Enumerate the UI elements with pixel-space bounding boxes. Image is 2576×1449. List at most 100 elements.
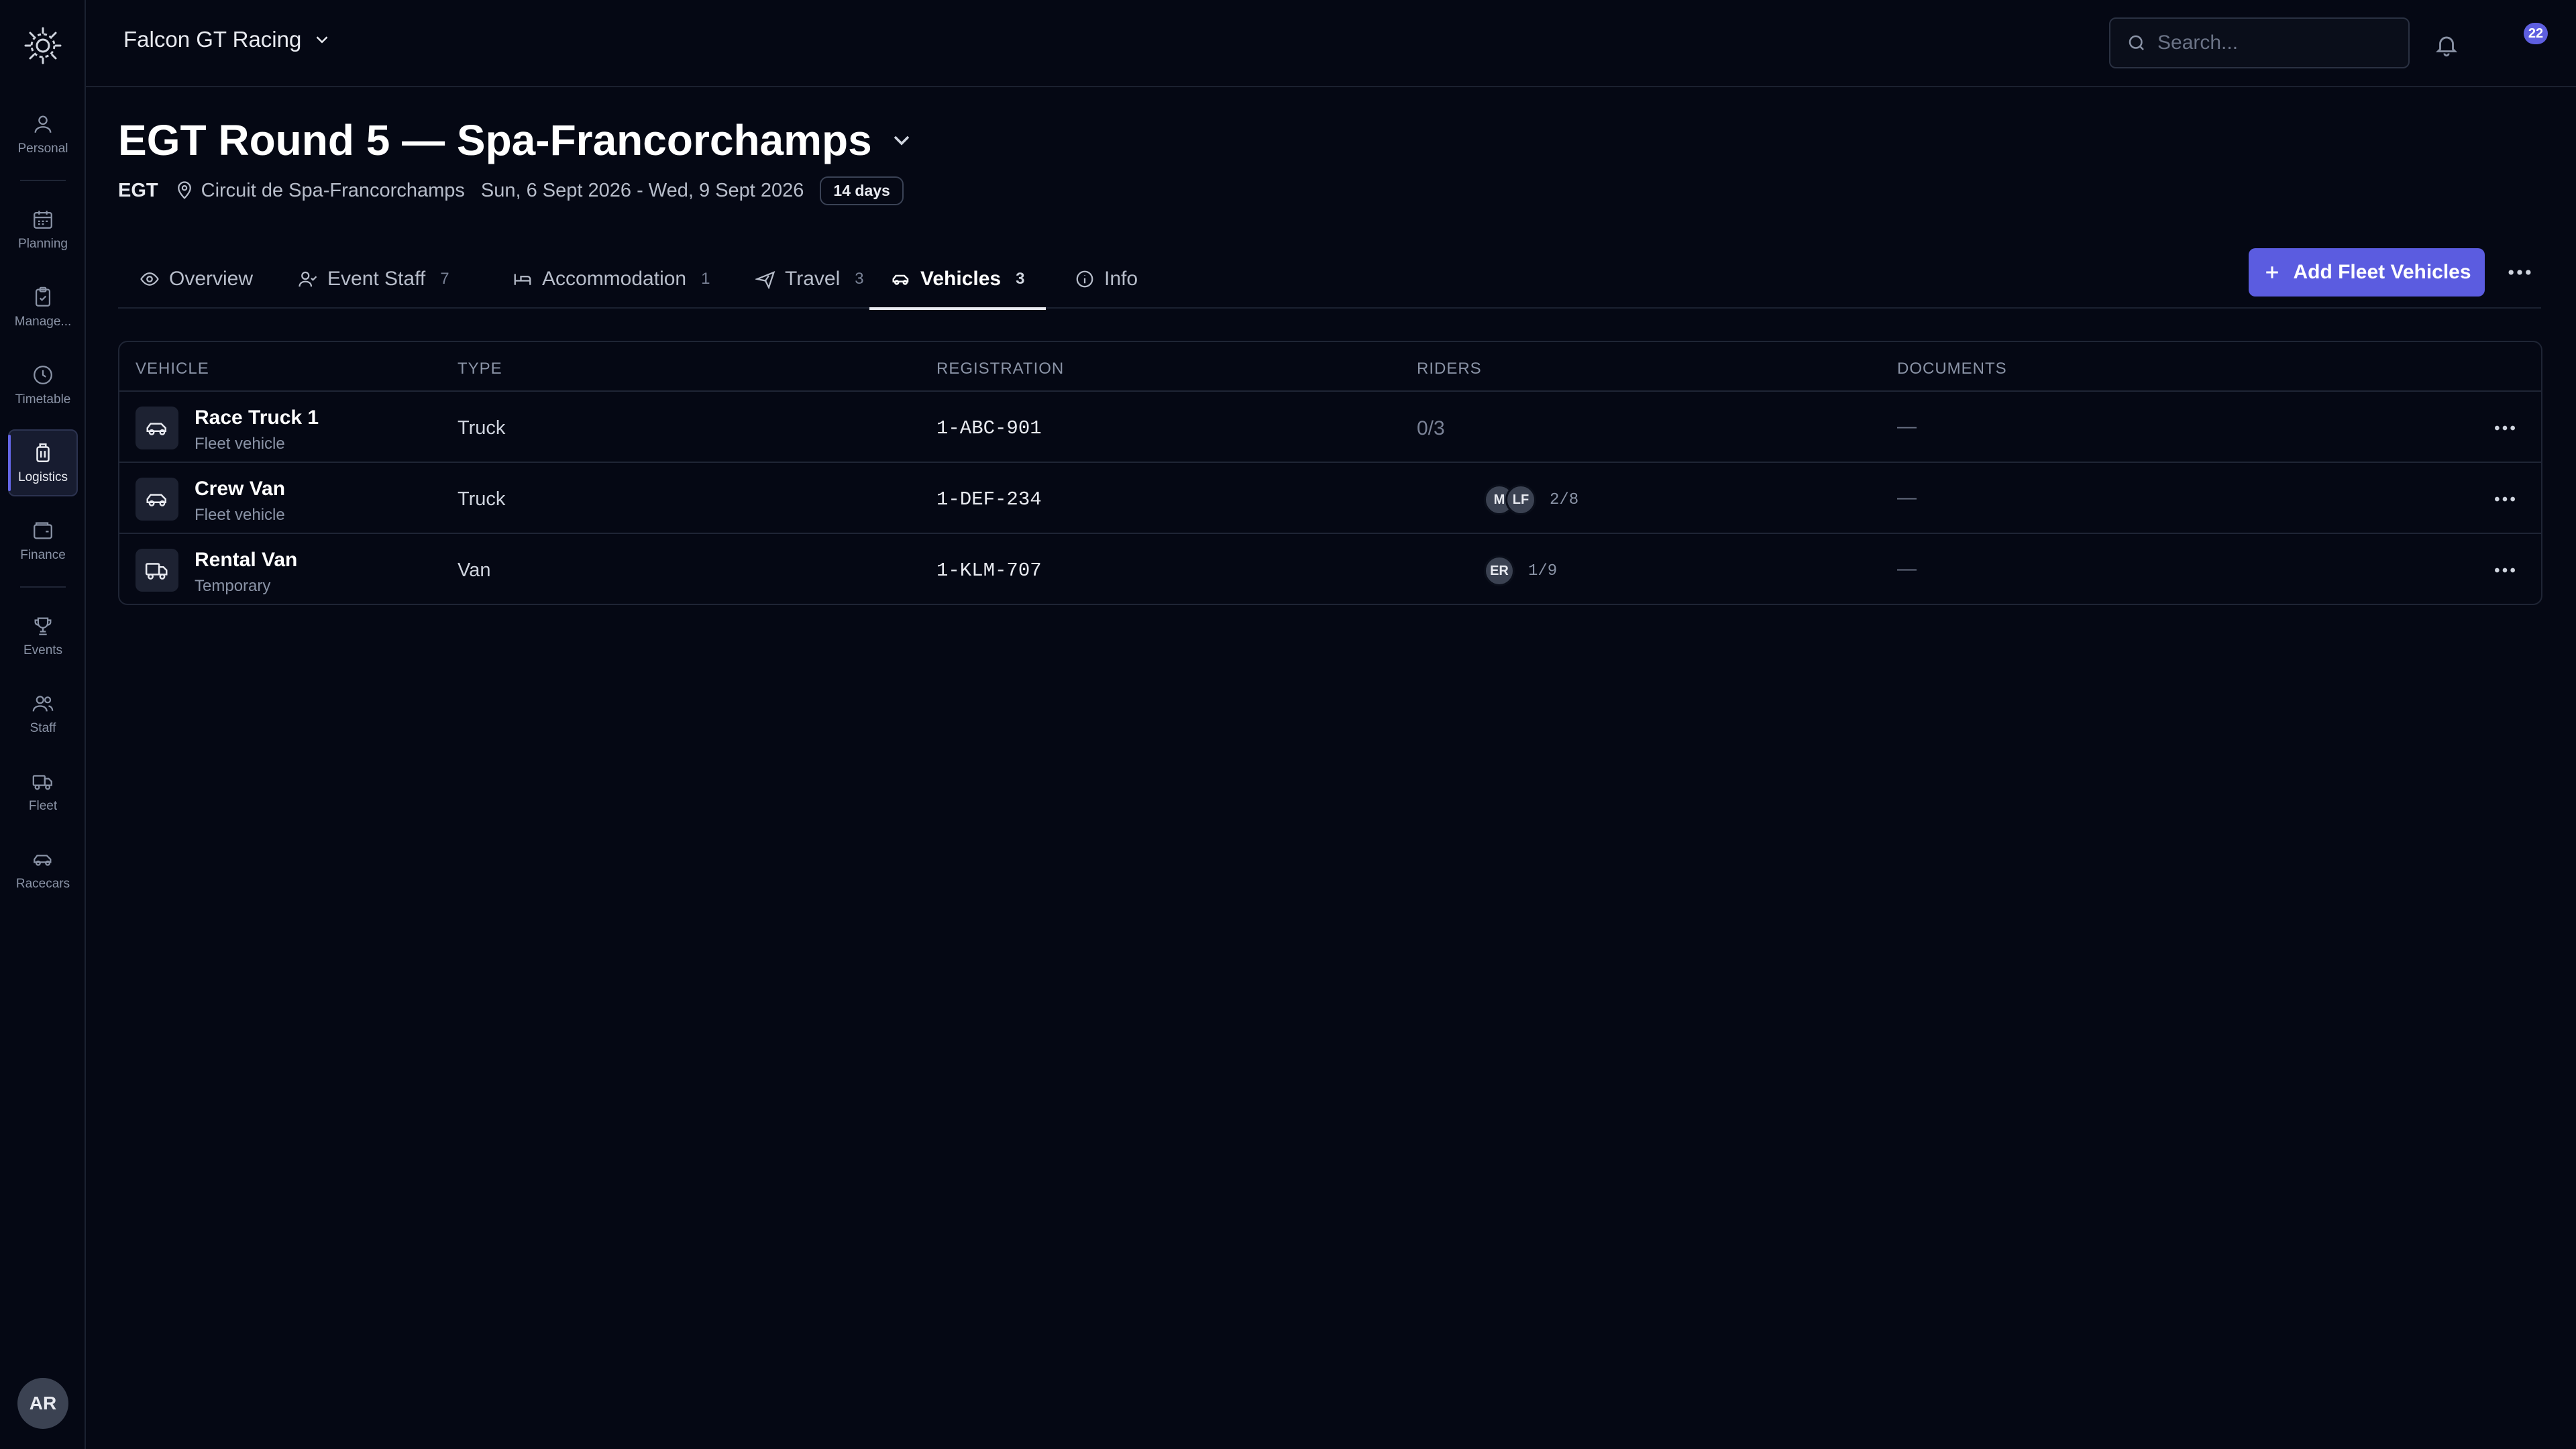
- sidebar-item-fleet[interactable]: Fleet: [8, 758, 78, 825]
- eye-icon: [140, 272, 159, 286]
- sidebar-item-manage[interactable]: Manage...: [8, 274, 78, 341]
- user-avatar[interactable]: AR: [17, 1378, 68, 1429]
- sidebar-item-label: Planning: [18, 236, 68, 251]
- vehicle-name[interactable]: Race Truck 1: [195, 407, 319, 429]
- tab-count: 3: [1016, 270, 1025, 288]
- tab-label: Event Staff: [327, 268, 426, 290]
- search-box[interactable]: [2109, 17, 2410, 68]
- tab-label: Info: [1104, 268, 1138, 290]
- clock-icon: [34, 365, 52, 384]
- riders-group[interactable]: M LF 2/8: [1484, 484, 1578, 515]
- sidebar-item-personal[interactable]: Personal: [8, 101, 78, 168]
- tab-event-staff[interactable]: Event Staff 7: [276, 250, 471, 309]
- sidebar-item-label: Racecars: [15, 876, 70, 891]
- user-icon: [34, 115, 52, 133]
- notifications-button[interactable]: [2434, 28, 2465, 59]
- documents-empty: —: [1897, 487, 1917, 508]
- sidebar: Personal Planning Manage... Timetable Lo…: [0, 0, 86, 1449]
- sidebar-item-finance[interactable]: Finance: [8, 507, 78, 574]
- tab-label: Accommodation: [542, 268, 687, 290]
- users-icon: [32, 695, 54, 711]
- column-header-riders[interactable]: RIDERS: [1417, 360, 1482, 378]
- wallet-icon: [34, 522, 52, 539]
- vehicle-registration: 1-KLM-707: [936, 559, 1042, 582]
- table-row[interactable]: Race Truck 1 Fleet vehicle Truck 1-ABC-9…: [119, 392, 2541, 463]
- rider-avatar[interactable]: ER: [1484, 555, 1515, 586]
- calendar-icon: [34, 210, 52, 229]
- user-check-icon: [299, 271, 317, 287]
- sidebar-item-label: Finance: [20, 547, 66, 562]
- org-name: Falcon GT Racing: [123, 27, 302, 52]
- more-options-icon[interactable]: [2505, 258, 2534, 287]
- vehicle-registration: 1-ABC-901: [936, 417, 1042, 439]
- tab-info[interactable]: Info: [1053, 250, 1159, 309]
- event-location: Circuit de Spa-Francorchamps: [174, 180, 465, 202]
- sidebar-divider: [20, 180, 66, 181]
- documents-empty: —: [1897, 416, 1917, 437]
- sidebar-item-planning[interactable]: Planning: [8, 196, 78, 263]
- app-logo-icon[interactable]: [23, 25, 63, 66]
- event-tabs: Overview Event Staff 7 Accommodation 1 T…: [118, 250, 2541, 310]
- search-input[interactable]: [2157, 32, 2399, 54]
- table-row[interactable]: Rental Van Temporary Van 1-KLM-707 ER 1/…: [119, 534, 2541, 604]
- row-more-options-icon[interactable]: [2491, 557, 2518, 584]
- vehicle-subtype: Temporary: [195, 577, 271, 595]
- search-icon: [2129, 35, 2144, 50]
- tab-count: 1: [701, 270, 710, 288]
- sidebar-item-timetable[interactable]: Timetable: [8, 352, 78, 419]
- vehicle-type: Van: [458, 559, 491, 581]
- column-header-type[interactable]: TYPE: [458, 360, 502, 378]
- event-title-switcher[interactable]: EGT Round 5 — Spa-Francorchamps: [118, 115, 915, 165]
- event-series: EGT: [118, 179, 158, 201]
- rider-avatar[interactable]: LF: [1505, 484, 1536, 515]
- duration-badge: 14 days: [820, 176, 904, 205]
- table-row[interactable]: Crew Van Fleet vehicle Truck 1-DEF-234 M…: [119, 463, 2541, 534]
- luggage-icon: [36, 443, 50, 462]
- sidebar-item-label: Events: [23, 643, 63, 657]
- clipboard-icon: [35, 286, 51, 307]
- app-root: Personal Planning Manage... Timetable Lo…: [0, 0, 2576, 1449]
- sidebar-item-label: Manage...: [14, 314, 72, 329]
- sidebar-item-label: Staff: [30, 720, 56, 735]
- column-header-vehicle[interactable]: VEHICLE: [136, 360, 209, 378]
- vehicle-type: Truck: [458, 417, 506, 439]
- tab-vehicles[interactable]: Vehicles 3: [869, 250, 1046, 310]
- truck-icon: [136, 549, 178, 592]
- row-more-options-icon[interactable]: [2491, 486, 2518, 513]
- event-location-text: Circuit de Spa-Francorchamps: [201, 179, 465, 201]
- row-more-options-icon[interactable]: [2491, 415, 2518, 441]
- tab-overview[interactable]: Overview: [118, 250, 274, 309]
- vehicle-subtype: Fleet vehicle: [195, 506, 285, 524]
- riders-count: 2/8: [1550, 490, 1579, 509]
- sidebar-item-racecars[interactable]: Racecars: [8, 836, 78, 903]
- chevron-down-icon: [894, 136, 910, 146]
- riders-count: 0/3: [1417, 417, 1445, 439]
- riders-group[interactable]: ER 1/9: [1484, 555, 1557, 586]
- tab-label: Overview: [169, 268, 254, 290]
- trophy-icon: [34, 617, 52, 635]
- column-header-registration[interactable]: REGISTRATION: [936, 360, 1064, 378]
- event-meta: EGT Circuit de Spa-Francorchamps Sun, 6 …: [118, 176, 904, 205]
- bed-icon: [514, 274, 531, 285]
- sidebar-item-label: Personal: [17, 141, 68, 156]
- add-fleet-vehicles-button[interactable]: Add Fleet Vehicles: [2249, 248, 2485, 297]
- tab-count: 3: [855, 270, 864, 288]
- table-header: VEHICLE TYPE REGISTRATION RIDERS DOCUMEN…: [119, 342, 2541, 392]
- vehicle-name[interactable]: Rental Van: [195, 549, 297, 572]
- chevron-down-icon: [316, 36, 328, 44]
- car-icon: [136, 478, 178, 521]
- sidebar-item-events[interactable]: Events: [8, 602, 78, 669]
- sidebar-item-staff[interactable]: Staff: [8, 680, 78, 747]
- tab-travel[interactable]: Travel 3: [734, 250, 885, 309]
- org-switcher[interactable]: Falcon GT Racing: [123, 27, 332, 52]
- vehicle-name[interactable]: Crew Van: [195, 478, 285, 500]
- sidebar-item-label: Logistics: [18, 470, 68, 484]
- tab-accommodation[interactable]: Accommodation 1: [491, 250, 731, 309]
- sidebar-item-label: Fleet: [28, 798, 58, 813]
- vehicle-type: Truck: [458, 488, 506, 510]
- column-header-documents[interactable]: DOCUMENTS: [1897, 360, 2007, 378]
- notification-badge: 22: [2524, 23, 2548, 44]
- sidebar-item-logistics[interactable]: Logistics: [8, 429, 78, 496]
- vehicle-registration: 1-DEF-234: [936, 488, 1042, 511]
- tab-label: Travel: [785, 268, 841, 290]
